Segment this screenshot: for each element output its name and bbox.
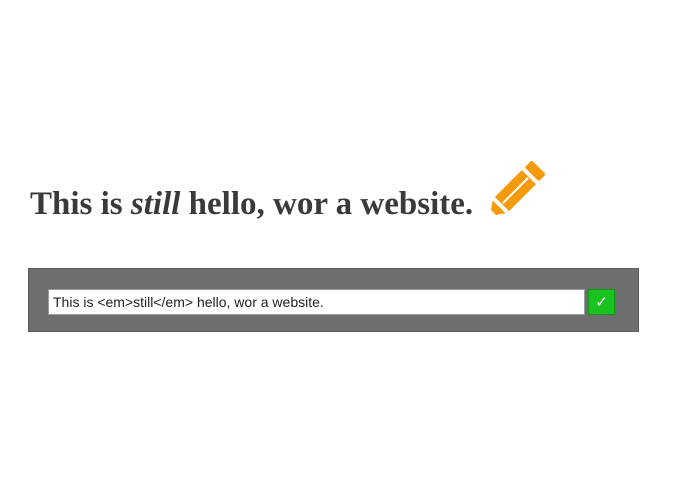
page-heading: This is still hello, wor a website. [30,184,473,230]
edit-text-input[interactable] [48,289,585,315]
edit-bar: ✓ [28,268,639,332]
heading-row: This is still hello, wor a website. [30,150,548,230]
confirm-button[interactable]: ✓ [588,289,615,315]
pencil-icon[interactable] [481,154,548,230]
heading-text-end: hello, wor a website. [180,186,474,222]
heading-emphasis: still [130,186,181,222]
heading-text-start: This is [30,186,131,222]
check-icon: ✓ [595,293,608,311]
